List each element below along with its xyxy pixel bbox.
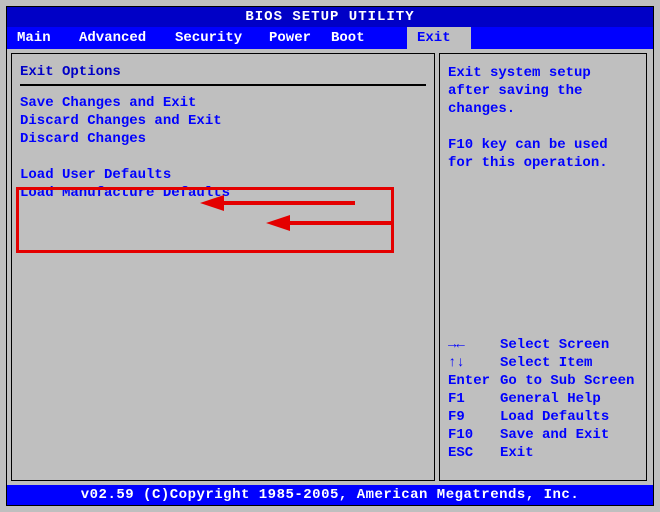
footer-bar: v02.59 (C)Copyright 1985-2005, American … [7, 485, 653, 505]
nav-label: General Help [500, 390, 601, 408]
nav-label: Save and Exit [500, 426, 609, 444]
content-area: Exit Options Save Changes and Exit Disca… [7, 49, 653, 485]
annotation-arrow-icon [266, 214, 396, 232]
nav-esc: ESC Exit [448, 444, 638, 462]
bios-window: BIOS SETUP UTILITY Main Advanced Securit… [6, 6, 654, 506]
nav-label: Go to Sub Screen [500, 372, 634, 390]
tab-main[interactable]: Main [7, 27, 69, 49]
right-panel: Exit system setup after saving the chang… [439, 53, 647, 481]
nav-key: ESC [448, 444, 500, 462]
footer-text: v02.59 (C)Copyright 1985-2005, American … [81, 487, 579, 503]
spacer [448, 462, 638, 470]
nav-label: Exit [500, 444, 534, 462]
nav-f10: F10 Save and Exit [448, 426, 638, 444]
tab-exit[interactable]: Exit [407, 27, 471, 49]
tab-bar: Main Advanced Security Power Boot Exit [7, 27, 653, 49]
nav-f9: F9 Load Defaults [448, 408, 638, 426]
nav-key: F10 [448, 426, 500, 444]
menu-load-user-defaults[interactable]: Load User Defaults [20, 166, 426, 184]
nav-key: F1 [448, 390, 500, 408]
help-text-2: F10 key can be used for this operation. [448, 136, 638, 172]
left-panel: Exit Options Save Changes and Exit Disca… [11, 53, 435, 481]
nav-label: Select Item [500, 354, 592, 372]
menu-load-manufacture-defaults[interactable]: Load Manufacture Defaults [20, 184, 426, 202]
nav-key: ↑↓ [448, 354, 500, 372]
nav-select-item: ↑↓ Select Item [448, 354, 638, 372]
spacer [20, 148, 426, 166]
tab-boot[interactable]: Boot [321, 27, 383, 49]
menu-save-changes-exit[interactable]: Save Changes and Exit [20, 94, 426, 112]
nav-key: Enter [448, 372, 500, 390]
tab-security[interactable]: Security [165, 27, 259, 49]
nav-key: F9 [448, 408, 500, 426]
divider [20, 84, 426, 86]
nav-label: Select Screen [500, 336, 609, 354]
nav-label: Load Defaults [500, 408, 609, 426]
tab-power[interactable]: Power [259, 27, 321, 49]
nav-select-screen: →← Select Screen [448, 336, 638, 354]
nav-enter: Enter Go to Sub Screen [448, 372, 638, 390]
tab-advanced[interactable]: Advanced [69, 27, 165, 49]
window-title: BIOS SETUP UTILITY [245, 9, 414, 25]
menu-discard-changes[interactable]: Discard Changes [20, 130, 426, 148]
help-text-1: Exit system setup after saving the chang… [448, 64, 638, 118]
menu-discard-changes-exit[interactable]: Discard Changes and Exit [20, 112, 426, 130]
nav-key: →← [448, 336, 500, 354]
panel-heading: Exit Options [20, 64, 426, 80]
spacer [448, 118, 638, 136]
nav-hints: →← Select Screen ↑↓ Select Item Enter Go… [448, 336, 638, 470]
title-bar: BIOS SETUP UTILITY [7, 7, 653, 27]
nav-f1: F1 General Help [448, 390, 638, 408]
